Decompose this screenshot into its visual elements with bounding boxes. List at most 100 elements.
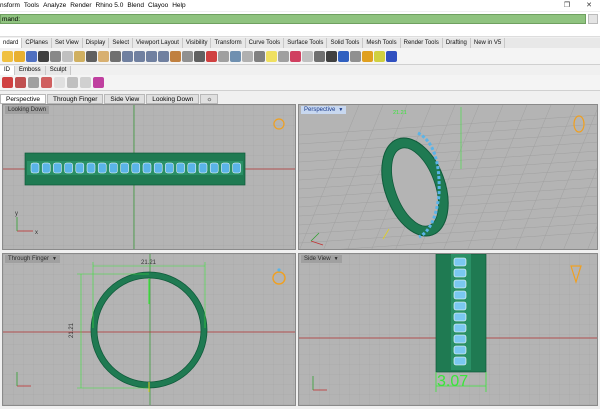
environment-icon[interactable]: [350, 50, 361, 62]
tab-render-tools[interactable]: Render Tools: [401, 38, 443, 48]
tab-set-view[interactable]: Set View: [52, 38, 83, 48]
select-icon[interactable]: [230, 50, 241, 62]
snap-icon[interactable]: [218, 50, 229, 62]
tab-3d[interactable]: ID: [0, 66, 15, 75]
open-folder-icon[interactable]: [14, 50, 25, 62]
tab-new-in-v5[interactable]: New in V5: [471, 38, 506, 48]
ring-tool-icon[interactable]: [2, 77, 13, 88]
tab-side-view[interactable]: Side View: [104, 94, 146, 104]
light-bulb-icon[interactable]: [266, 50, 277, 62]
viewport-title[interactable]: Perspective ▼: [301, 106, 347, 114]
restore-button[interactable]: ❐: [556, 0, 578, 11]
tab-curve-tools[interactable]: Curve Tools: [246, 38, 285, 48]
gem-stone: [120, 162, 129, 174]
toolbar-tabs: ndard CPlanes Set View Display Select Vi…: [0, 38, 600, 48]
undo-view-icon[interactable]: [170, 50, 181, 62]
menu-item-rhino5[interactable]: Rhino 5.0: [96, 0, 128, 11]
tab-visibility[interactable]: Visibility: [183, 38, 212, 48]
prong-icon[interactable]: [28, 77, 39, 88]
tab-cplanes[interactable]: CPlanes: [22, 38, 53, 48]
window-controls: ❐ ✕: [556, 0, 600, 11]
viewport-title[interactable]: Side View ▼: [301, 255, 342, 263]
tab-standard[interactable]: ndard: [0, 38, 23, 48]
gem-stone: [453, 279, 467, 289]
save-icon[interactable]: [26, 50, 37, 62]
gem-tool-icon[interactable]: [15, 77, 26, 88]
tab-viewport-layout[interactable]: Viewport Layout: [133, 38, 183, 48]
viewport-side-view[interactable]: 3.07 Side View ▼: [298, 253, 598, 406]
tab-sculpt[interactable]: Sculpt: [46, 66, 72, 75]
copy-icon[interactable]: [62, 50, 73, 62]
paste-icon[interactable]: [74, 50, 85, 62]
tab-surface-tools[interactable]: Surface Tools: [284, 38, 328, 48]
render-icon[interactable]: [326, 50, 337, 62]
lock-icon[interactable]: [278, 50, 289, 62]
command-scroll-button[interactable]: [588, 14, 598, 24]
add-viewport-tab-icon[interactable]: ☼: [200, 94, 219, 104]
undo-icon[interactable]: [86, 50, 97, 62]
menu-item-tools[interactable]: Tools: [24, 0, 43, 11]
gem-stone: [453, 257, 467, 267]
dropdown-arrow-icon[interactable]: ▼: [52, 255, 57, 263]
tab-display[interactable]: Display: [83, 38, 110, 48]
tab-looking-down[interactable]: Looking Down: [146, 94, 200, 104]
viewport-through-finger[interactable]: 21.21 21.21 Through Finger ▼: [2, 253, 296, 406]
tab-perspective[interactable]: Perspective: [0, 94, 46, 104]
pan-hand-icon[interactable]: [98, 50, 109, 62]
menu-item-analyze[interactable]: Analyze: [43, 0, 70, 11]
tab-select[interactable]: Select: [109, 38, 133, 48]
zoom-extents-icon[interactable]: [146, 50, 157, 62]
tab-solid-tools[interactable]: Solid Tools: [327, 38, 364, 48]
tab-mesh-tools[interactable]: Mesh Tools: [363, 38, 401, 48]
analyze-icon[interactable]: [206, 50, 217, 62]
menu-item-transform[interactable]: nsform: [0, 0, 24, 11]
properties-icon[interactable]: [302, 50, 313, 62]
options-gear-icon[interactable]: [362, 50, 373, 62]
grid-icon[interactable]: [194, 50, 205, 62]
gem-stone: [187, 162, 197, 174]
shade-icon[interactable]: [314, 50, 325, 62]
four-viewports-icon[interactable]: [182, 50, 193, 62]
viewport-title[interactable]: Through Finger ▼: [5, 255, 60, 263]
new-file-icon[interactable]: [2, 50, 13, 62]
tools-icon[interactable]: [374, 50, 385, 62]
print-icon[interactable]: [38, 50, 49, 62]
hide-icon[interactable]: [254, 50, 265, 62]
dimension-icon[interactable]: [80, 77, 91, 88]
axis-x-label: x: [35, 230, 38, 236]
menu-item-clayoo[interactable]: Clayoo: [148, 0, 172, 11]
tab-transform[interactable]: Transform: [211, 38, 246, 48]
color-icon[interactable]: [290, 50, 301, 62]
curve-icon[interactable]: [54, 77, 65, 88]
gem-stone: [453, 356, 467, 366]
shank-icon[interactable]: [41, 77, 52, 88]
gem-stone: [176, 162, 185, 174]
dropdown-arrow-icon[interactable]: ▼: [334, 255, 339, 263]
help-tool-icon[interactable]: [67, 77, 78, 88]
rotate-view-icon[interactable]: [110, 50, 121, 62]
render-preview-icon[interactable]: [338, 50, 349, 62]
zoom-selected-icon[interactable]: [158, 50, 169, 62]
tab-drafting[interactable]: Drafting: [443, 38, 471, 48]
help-icon[interactable]: [386, 50, 397, 62]
copy-object-icon[interactable]: [242, 50, 253, 62]
close-button[interactable]: ✕: [578, 0, 600, 11]
zoom-window-icon[interactable]: [134, 50, 145, 62]
cut-icon[interactable]: [50, 50, 61, 62]
viewport-perspective[interactable]: 21.21 Perspective ▼: [298, 104, 598, 250]
looking-down-canvas: x y: [3, 105, 295, 249]
command-input[interactable]: mand:: [0, 14, 586, 24]
menu-item-help[interactable]: Help: [172, 0, 189, 11]
tab-through-finger[interactable]: Through Finger: [46, 94, 104, 104]
viewport-title[interactable]: Looking Down: [5, 106, 50, 114]
tab-emboss[interactable]: Emboss: [15, 66, 46, 75]
zoom-icon[interactable]: [122, 50, 133, 62]
standard-toolbar: [0, 48, 600, 65]
menu-item-render[interactable]: Render: [70, 0, 95, 11]
menu-item-blend[interactable]: Blend: [127, 0, 148, 11]
pen-icon[interactable]: [93, 77, 104, 88]
gem-stone: [453, 301, 467, 311]
dropdown-arrow-icon[interactable]: ▼: [338, 106, 343, 114]
gem-stone: [453, 345, 467, 355]
viewport-looking-down[interactable]: x y Looking Down: [2, 104, 296, 250]
